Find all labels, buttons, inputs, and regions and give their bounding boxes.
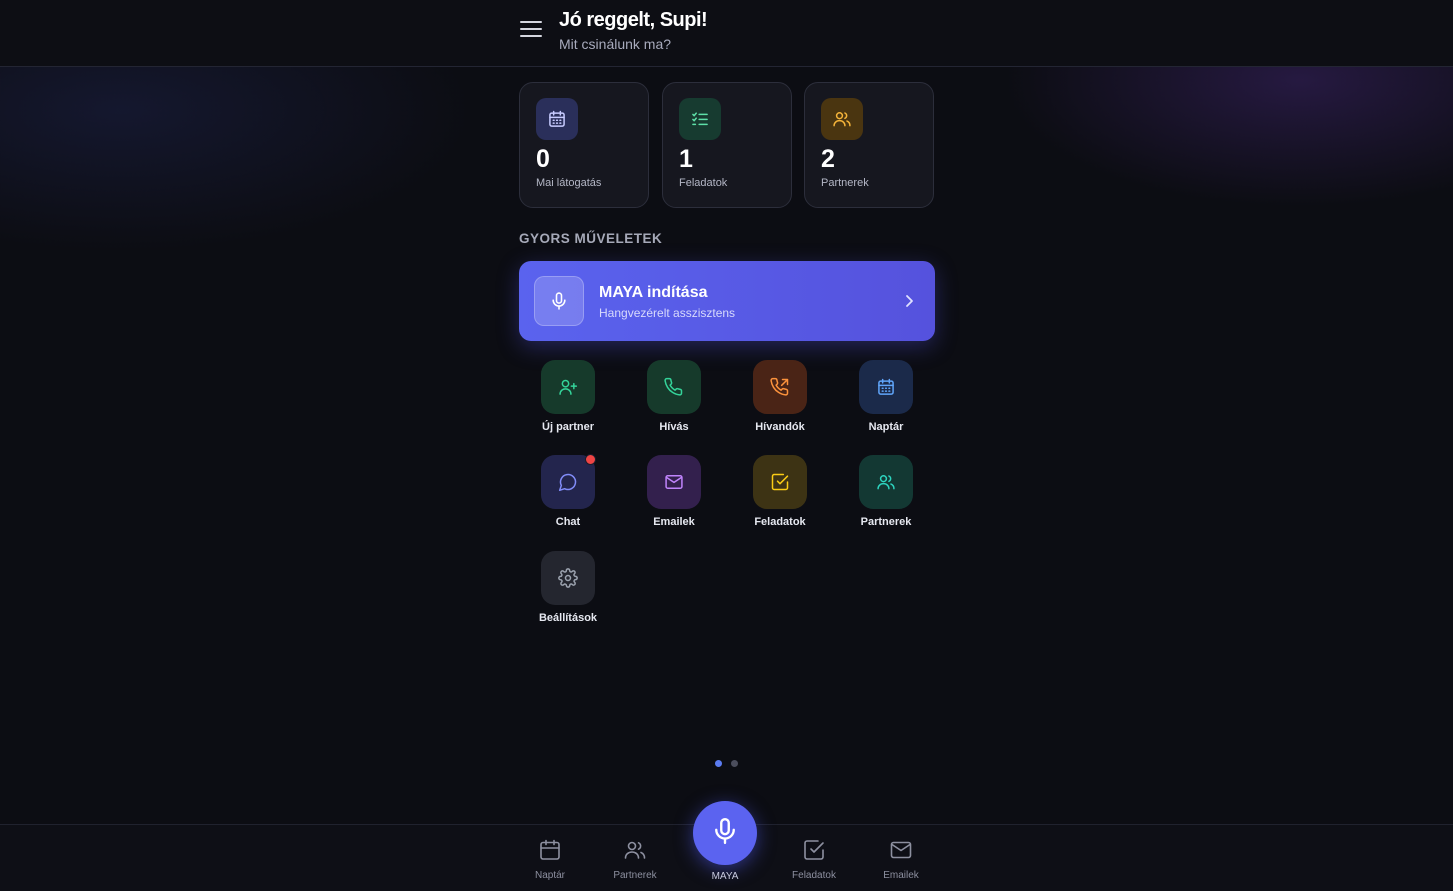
- maya-title: MAYA indítása: [599, 284, 708, 301]
- maya-nav-label: MAYA: [711, 871, 739, 882]
- action-partners[interactable]: Partnerek: [833, 455, 939, 528]
- action-tasks[interactable]: Feladatok: [727, 455, 833, 528]
- maya-subtitle: Hangvezérelt asszisztens: [599, 306, 736, 320]
- action-label: Partnerek: [860, 516, 912, 528]
- phone-outgoing-icon: [753, 360, 807, 414]
- nav-emails[interactable]: Emailek: [866, 838, 936, 881]
- gear-icon: [541, 551, 595, 605]
- section-title-quick-actions: GYORS MŰVELETEK: [519, 231, 663, 246]
- nav-tasks[interactable]: Feladatok: [779, 838, 849, 881]
- stat-card-visits[interactable]: 0 Mai látogatás: [519, 82, 649, 208]
- calendar-icon: [859, 360, 913, 414]
- action-label: Hívandók: [755, 421, 805, 433]
- nav-label: Partnerek: [613, 870, 657, 881]
- stat-value: 1: [679, 145, 693, 173]
- top-bar: Jó reggelt, Supi! Mit csinálunk ma?: [0, 0, 1453, 67]
- action-label: Naptár: [868, 421, 904, 433]
- stat-label: Partnerek: [821, 177, 869, 189]
- nav-label: Naptár: [534, 870, 565, 881]
- nav-partners[interactable]: Partnerek: [600, 838, 670, 881]
- phone-icon: [647, 360, 701, 414]
- microphone-icon: [534, 276, 584, 326]
- action-calendar[interactable]: Naptár: [833, 360, 939, 433]
- user-plus-icon: [541, 360, 595, 414]
- chevron-right-icon: [902, 293, 916, 314]
- notification-badge: [585, 454, 596, 465]
- stat-value: 2: [821, 145, 835, 173]
- greeting-subtitle: Mit csinálunk ma?: [559, 36, 672, 52]
- action-label: Új partner: [542, 421, 594, 433]
- users-icon: [859, 455, 913, 509]
- action-label: Beállítások: [538, 612, 598, 624]
- action-label: Emailek: [653, 516, 695, 528]
- page-dot-active[interactable]: [715, 760, 722, 767]
- nav-calendar[interactable]: Naptár: [515, 838, 585, 881]
- calendar-icon: [538, 839, 562, 866]
- checkbox-icon: [753, 455, 807, 509]
- action-emails[interactable]: Emailek: [621, 455, 727, 528]
- nav-label: Feladatok: [792, 870, 836, 881]
- action-new-partner[interactable]: Új partner: [515, 360, 621, 433]
- stat-card-partners[interactable]: 2 Partnerek: [804, 82, 934, 208]
- stat-value: 0: [536, 145, 550, 173]
- maya-voice-button[interactable]: [693, 801, 757, 865]
- checklist-icon: [679, 98, 721, 140]
- stat-card-tasks[interactable]: 1 Feladatok: [662, 82, 792, 208]
- action-label: Hívás: [659, 421, 689, 433]
- page-indicator: [715, 754, 747, 772]
- nav-label: Emailek: [883, 870, 919, 881]
- stat-label: Feladatok: [679, 177, 728, 189]
- microphone-icon: [710, 816, 740, 851]
- chat-bubble-icon: [541, 454, 596, 509]
- users-icon: [623, 841, 647, 866]
- checkbox-icon: [802, 840, 826, 866]
- action-settings[interactable]: Beállítások: [515, 551, 621, 624]
- hamburger-menu-icon[interactable]: [520, 21, 542, 39]
- stat-label: Mai látogatás: [536, 177, 602, 189]
- action-label: Feladatok: [754, 516, 806, 528]
- calendar-icon: [536, 98, 578, 140]
- action-to-call[interactable]: Hívandók: [727, 360, 833, 433]
- mail-icon: [889, 841, 913, 866]
- start-maya-button[interactable]: MAYA indítása Hangvezérelt asszisztens: [519, 261, 935, 341]
- greeting-title: Jó reggelt, Supi!: [559, 9, 708, 31]
- mail-icon: [647, 455, 701, 509]
- users-icon: [821, 98, 863, 140]
- action-call[interactable]: Hívás: [621, 360, 727, 433]
- page-dot[interactable]: [731, 760, 738, 767]
- action-chat[interactable]: Chat: [515, 454, 621, 528]
- action-label: Chat: [555, 516, 581, 528]
